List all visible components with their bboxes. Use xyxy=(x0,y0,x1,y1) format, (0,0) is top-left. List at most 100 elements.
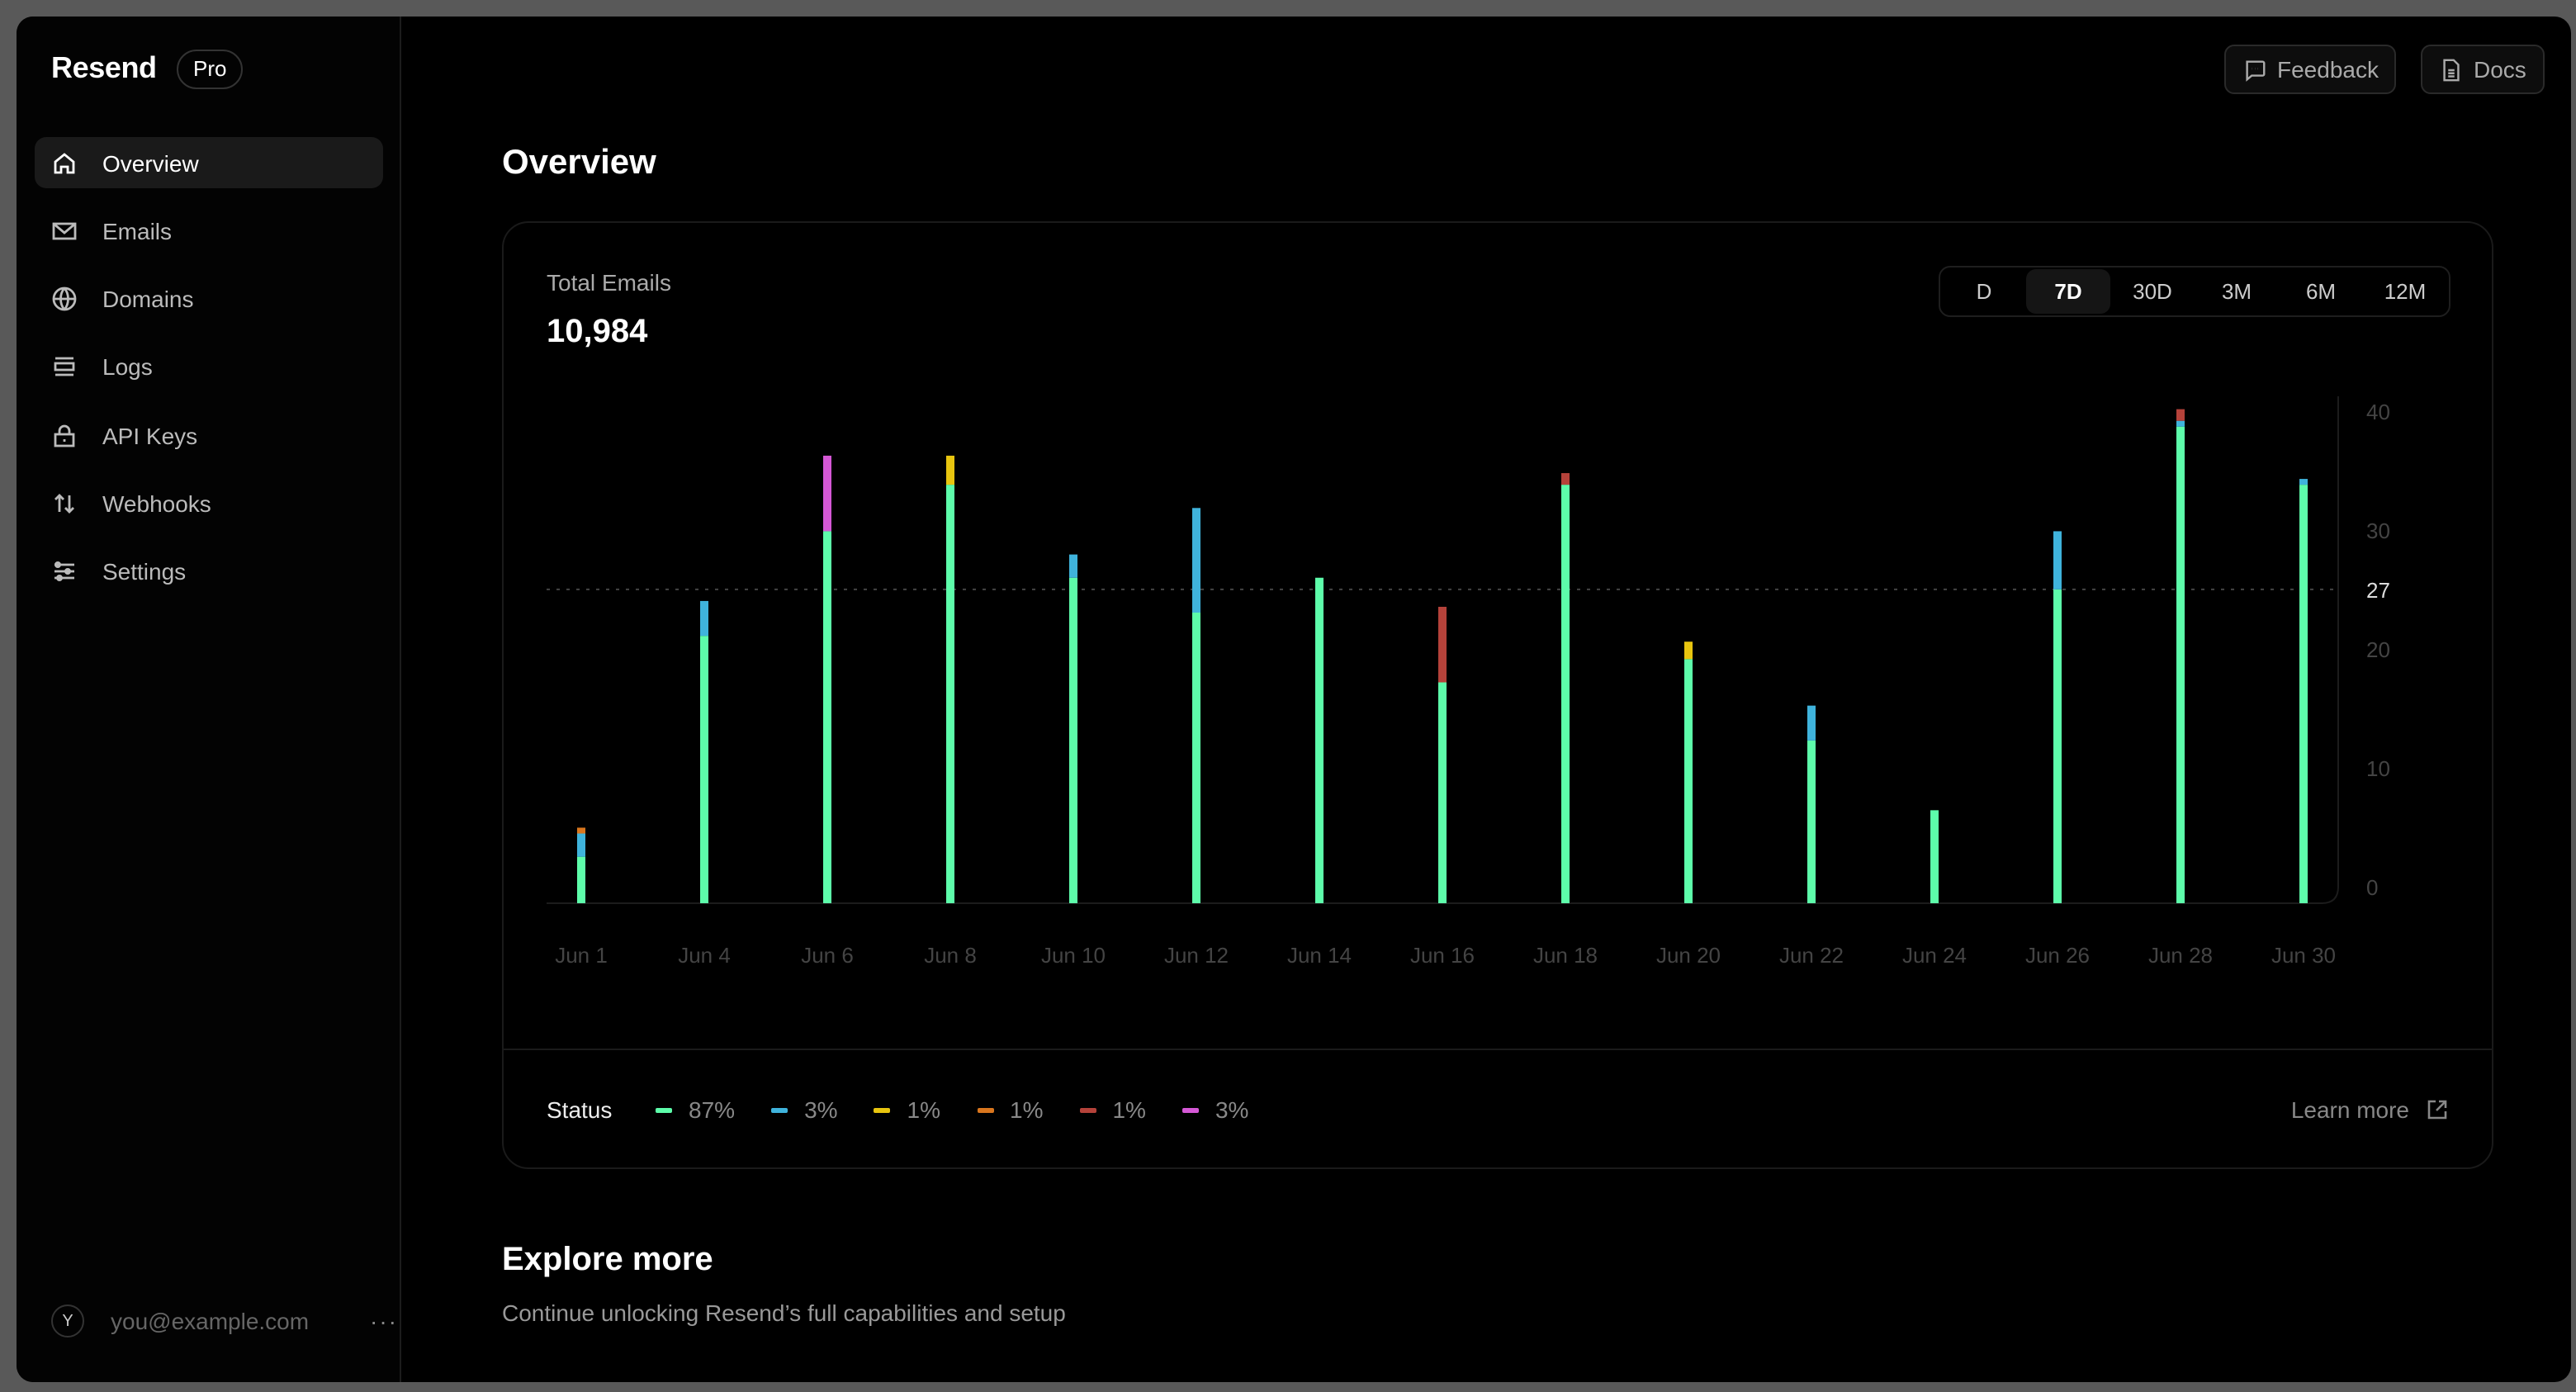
explore-subtitle: Continue unlocking Resend’s full capabil… xyxy=(502,1300,1066,1326)
legend-percent: 3% xyxy=(1215,1096,1249,1123)
sliders-icon xyxy=(54,561,74,582)
legend-percent: 1% xyxy=(907,1096,940,1123)
bar-segment xyxy=(577,833,585,857)
sidebar-item-logs[interactable]: Logs xyxy=(35,342,383,393)
bar-segment xyxy=(1561,485,1570,903)
sidebar-item-api-keys[interactable]: API Keys xyxy=(35,410,383,461)
docs-button[interactable]: Docs xyxy=(2421,45,2545,94)
legend-percent: 1% xyxy=(1010,1096,1044,1123)
learn-more-label: Learn more xyxy=(2290,1096,2409,1123)
x-tick-label: Jun 8 xyxy=(924,943,977,968)
sidebar-item-label: Emails xyxy=(102,217,173,244)
learn-more-link[interactable]: Learn more xyxy=(2291,1096,2449,1123)
app-window: Resend Pro Overview Emails Domains Logs … xyxy=(17,17,2571,1382)
bar-segment xyxy=(1069,577,1077,903)
bar-segment xyxy=(2053,531,2062,589)
legend-percent: 1% xyxy=(1112,1096,1146,1123)
bar-segment xyxy=(946,455,954,485)
legend-swatch xyxy=(977,1107,993,1112)
user-email: you@example.com xyxy=(111,1308,310,1334)
bar-segment xyxy=(577,827,585,834)
bar-segment xyxy=(1438,682,1447,903)
bar-segment xyxy=(1069,554,1077,578)
explore-title: Explore more xyxy=(502,1242,713,1278)
more-options-icon[interactable]: ··· xyxy=(370,1308,398,1334)
sidebar-item-overview[interactable]: Overview xyxy=(35,137,383,188)
y-tick-label: 0 xyxy=(2366,875,2378,900)
legend-item: 3% xyxy=(1181,1096,1249,1123)
sidebar: Resend Pro Overview Emails Domains Logs … xyxy=(17,17,401,1382)
bar-segment xyxy=(1930,810,1939,903)
legend-item: 87% xyxy=(656,1096,735,1123)
mail-icon xyxy=(52,222,77,239)
bar-segment xyxy=(1192,508,1200,613)
x-tick-label: Jun 30 xyxy=(2271,943,2336,968)
legend-swatch xyxy=(874,1107,891,1112)
sidebar-item-label: Overview xyxy=(102,149,199,176)
card-footer: Status 87% 3% 1% 1% 1% 3% Learn more xyxy=(504,1049,2492,1169)
sidebar-item-webhooks[interactable]: Webhooks xyxy=(35,478,383,529)
sidebar-item-label: Webhooks xyxy=(102,490,211,517)
home-icon xyxy=(54,152,75,173)
bar-segment xyxy=(1561,473,1570,485)
y-tick-label: 40 xyxy=(2366,400,2390,424)
status-legend: 87% 3% 1% 1% 1% 3% xyxy=(656,1096,1285,1123)
legend-swatch xyxy=(1079,1107,1096,1112)
list-icon xyxy=(54,357,75,377)
legend-swatch xyxy=(656,1107,672,1112)
sidebar-nav: Overview Emails Domains Logs API Keys We… xyxy=(35,137,383,614)
logo: Resend xyxy=(51,51,157,84)
bar-segment xyxy=(700,636,708,903)
legend-percent: 3% xyxy=(804,1096,838,1123)
legend-item: 1% xyxy=(977,1096,1043,1123)
x-tick-label: Jun 14 xyxy=(1287,943,1352,968)
feedback-button[interactable]: Feedback xyxy=(2224,45,2397,94)
bar-segment xyxy=(1192,613,1200,903)
bar-segment xyxy=(2053,589,2062,903)
sidebar-item-domains[interactable]: Domains xyxy=(35,273,383,324)
bar-segment xyxy=(1684,642,1693,660)
x-tick-label: Jun 6 xyxy=(801,943,854,968)
sidebar-item-settings[interactable]: Settings xyxy=(35,547,383,598)
bar-segment xyxy=(1438,606,1447,683)
average-label: 27 xyxy=(2366,578,2390,603)
bar-segment xyxy=(946,485,954,903)
bar-segment xyxy=(2299,485,2308,903)
chat-bubble-icon xyxy=(2246,59,2266,81)
emails-chart: 0 10 20 30 40 27 Jun 1 Jun 4 Jun 6 Jun 8 Jun 10 Jun… xyxy=(547,396,2390,968)
sidebar-item-label: Logs xyxy=(102,353,153,381)
bar-segment xyxy=(700,600,708,637)
y-tick-label: 20 xyxy=(2366,637,2390,662)
status-label: Status xyxy=(547,1096,613,1123)
lock-icon xyxy=(54,424,75,447)
docs-label: Docs xyxy=(2474,56,2526,83)
bar-segment xyxy=(1684,659,1693,903)
bar-segment xyxy=(823,455,831,532)
bar-segment xyxy=(1807,740,1816,903)
x-tick-label: Jun 18 xyxy=(1533,943,1598,968)
legend-percent: 87% xyxy=(689,1096,736,1123)
user-menu[interactable]: Y you@example.com ··· xyxy=(51,1304,398,1338)
sidebar-item-label: API Keys xyxy=(102,422,198,449)
bar-segment xyxy=(2176,426,2185,903)
legend-item: 3% xyxy=(771,1096,838,1123)
x-tick-label: Jun 16 xyxy=(1410,943,1475,968)
legend-item: 1% xyxy=(874,1096,940,1123)
legend-item: 1% xyxy=(1079,1096,1146,1123)
sidebar-item-emails[interactable]: Emails xyxy=(35,206,383,257)
bar-segment xyxy=(2299,479,2308,485)
sidebar-item-label: Settings xyxy=(102,558,187,585)
y-tick-label: 30 xyxy=(2366,518,2390,543)
legend-swatch xyxy=(771,1107,788,1112)
bar-segment xyxy=(1807,705,1816,741)
x-tick-label: Jun 22 xyxy=(1779,943,1844,968)
bar-segment xyxy=(577,856,585,903)
x-tick-label: Jun 24 xyxy=(1902,943,1967,968)
avatar: Y xyxy=(51,1304,84,1338)
document-icon xyxy=(2443,58,2460,81)
emails-card: Total Emails 10,984 D 7D 30D 3M 6M 12M 0 10 20 3… xyxy=(502,221,2493,1169)
external-link-icon xyxy=(2427,1100,2447,1120)
x-tick-label: Jun 28 xyxy=(2148,943,2213,968)
x-tick-label: Jun 10 xyxy=(1041,943,1106,968)
bar-segment xyxy=(2176,409,2185,421)
